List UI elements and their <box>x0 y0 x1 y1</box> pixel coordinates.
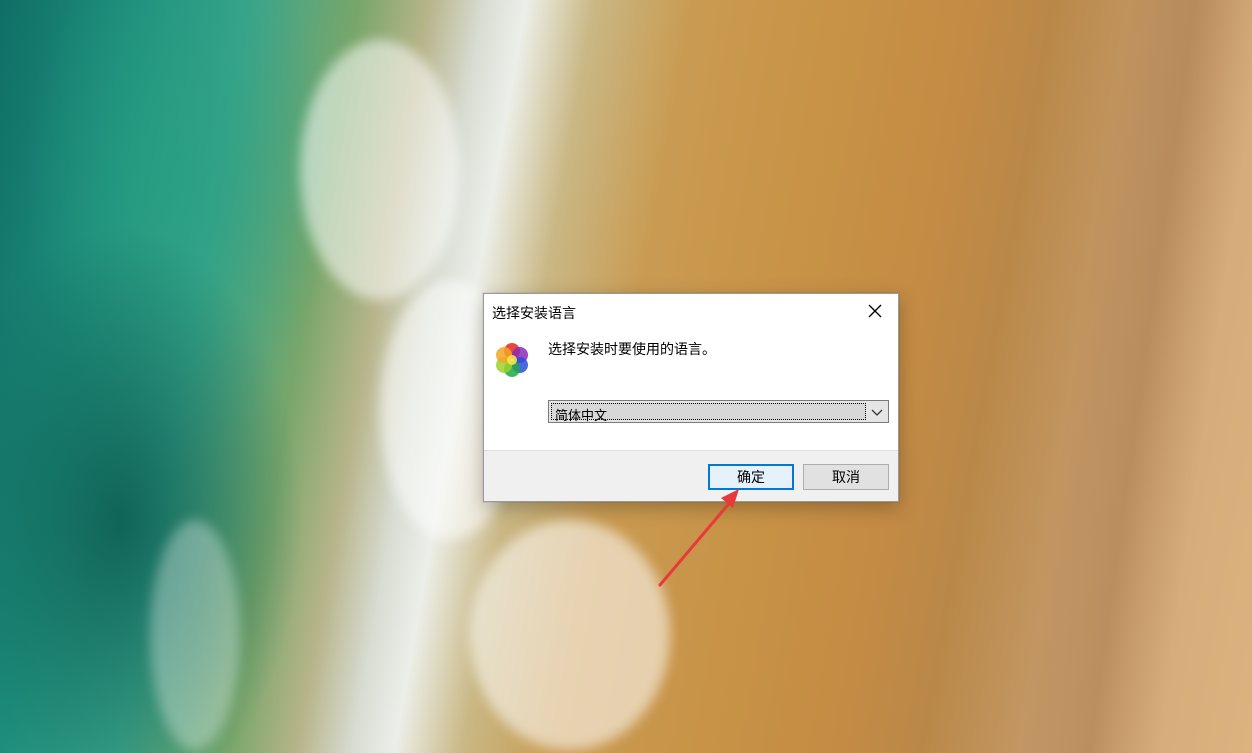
ok-button-label: 确定 <box>737 470 765 486</box>
cancel-button-label: 取消 <box>832 470 860 486</box>
prompt-text: 选择安装时要使用的语言。 <box>548 342 716 358</box>
dialog-titlebar: 选择安装语言 <box>484 294 898 330</box>
language-dialog: 选择安装语言 选择安装时要使用的语言。 简体中文 确定 取消 <box>483 293 899 502</box>
ok-button[interactable]: 确定 <box>708 464 794 490</box>
close-button[interactable] <box>852 294 898 328</box>
arrow-shaft <box>658 498 734 587</box>
cancel-button[interactable]: 取消 <box>803 464 889 490</box>
wave-foam <box>150 520 240 750</box>
dialog-title: 选择安装语言 <box>492 306 576 322</box>
wave-foam <box>470 520 670 750</box>
multicolor-flower-icon <box>496 343 528 377</box>
sand-shadow <box>1019 0 1252 753</box>
selected-language: 简体中文 <box>555 409 608 424</box>
select-focus-box: 简体中文 <box>551 403 866 424</box>
dialog-content: 选择安装时要使用的语言。 简体中文 <box>484 330 898 450</box>
desktop-background: 选择安装语言 选择安装时要使用的语言。 简体中文 确定 取消 <box>0 0 1252 753</box>
close-icon <box>868 304 882 318</box>
chevron-down-icon <box>871 409 883 416</box>
dialog-footer: 确定 取消 <box>484 450 898 501</box>
language-select[interactable]: 简体中文 <box>548 400 889 424</box>
wave-foam <box>300 40 460 300</box>
